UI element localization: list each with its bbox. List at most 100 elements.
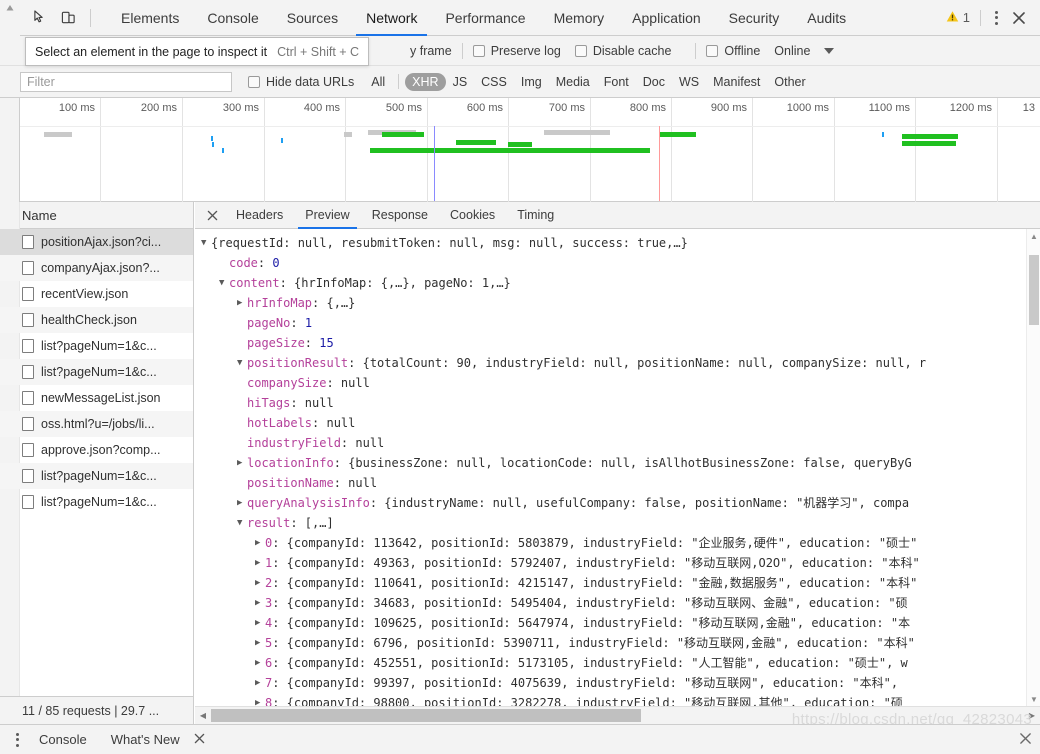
request-row[interactable]: list?pageNum=1&c... — [0, 489, 193, 515]
json-tree-line[interactable]: ▶ 8: {companyId: 98800, positionId: 32822… — [195, 693, 1040, 706]
chevron-right-icon[interactable]: ▶ — [255, 553, 265, 573]
type-filter-all[interactable]: All — [364, 73, 392, 91]
scroll-down-icon[interactable]: ▼ — [1027, 692, 1040, 706]
type-filter-font[interactable]: Font — [597, 73, 636, 91]
scrollbar-thumb[interactable] — [211, 708, 641, 722]
type-filter-other[interactable]: Other — [767, 73, 812, 91]
json-tree-line[interactable]: companySize: null — [195, 373, 1040, 393]
tab-cookies[interactable]: Cookies — [439, 202, 506, 229]
preserve-log-checkbox[interactable]: Preserve log — [472, 44, 561, 58]
type-filter-media[interactable]: Media — [549, 73, 597, 91]
throttling-value[interactable]: Online — [774, 44, 810, 58]
scroll-right-icon[interactable]: ▶ — [1024, 707, 1040, 725]
json-tree-line[interactable]: ▶ 6: {companyId: 452551, positionId: 5173… — [195, 653, 1040, 673]
close-icon[interactable] — [199, 202, 225, 228]
kebab-menu-icon[interactable] — [8, 727, 27, 753]
chevron-right-icon[interactable]: ▶ — [255, 533, 265, 553]
json-tree-line[interactable]: code: 0 — [195, 253, 1040, 273]
drawer-close-icon[interactable] — [1019, 732, 1032, 748]
json-tree-line[interactable]: ▼ result: [,…] — [195, 513, 1040, 533]
type-filter-css[interactable]: CSS — [474, 73, 514, 91]
json-tree-line[interactable]: pageSize: 15 — [195, 333, 1040, 353]
tab-memory[interactable]: Memory — [540, 0, 619, 36]
type-filter-doc[interactable]: Doc — [636, 73, 672, 91]
chevron-right-icon[interactable]: ▶ — [255, 573, 265, 593]
json-tree-line[interactable]: positionName: null — [195, 473, 1040, 493]
tab-preview[interactable]: Preview — [294, 202, 360, 229]
json-preview-tree[interactable]: ▼ {requestId: null, resubmitToken: null, … — [195, 229, 1040, 706]
request-row[interactable]: companyAjax.json?... — [0, 255, 193, 281]
request-row[interactable]: positionAjax.json?ci... — [0, 229, 193, 255]
chevron-down-icon[interactable]: ▼ — [201, 233, 211, 253]
json-tree-line[interactable]: ▼ positionResult: {totalCount: 90, indust… — [195, 353, 1040, 373]
scroll-up-icon[interactable]: ▲ — [1027, 229, 1040, 243]
tab-elements[interactable]: Elements — [107, 0, 193, 36]
json-tree-line[interactable]: ▶ 7: {companyId: 99397, positionId: 40756… — [195, 673, 1040, 693]
tab-sources[interactable]: Sources — [273, 0, 352, 36]
search-input[interactable] — [20, 71, 232, 92]
json-tree-line[interactable]: hiTags: null — [195, 393, 1040, 413]
tab-headers[interactable]: Headers — [225, 202, 294, 229]
json-tree-line[interactable]: ▶ queryAnalysisInfo: {industryName: null,… — [195, 493, 1040, 513]
chevron-down-icon[interactable]: ▼ — [237, 513, 247, 533]
json-tree-line[interactable]: ▼ content: {hrInfoMap: {,…}, pageNo: 1,…} — [195, 273, 1040, 293]
inspect-element-icon[interactable] — [26, 4, 54, 32]
kebab-menu-icon[interactable] — [989, 5, 1004, 31]
json-tree-line[interactable]: ▶ 0: {companyId: 113642, positionId: 5803… — [195, 533, 1040, 553]
device-toolbar-icon[interactable] — [54, 4, 82, 32]
json-tree-line[interactable]: ▶ 3: {companyId: 34683, positionId: 54954… — [195, 593, 1040, 613]
request-row[interactable]: list?pageNum=1&c... — [0, 333, 193, 359]
scroll-left-icon[interactable]: ◀ — [195, 707, 211, 725]
type-filter-manifest[interactable]: Manifest — [706, 73, 767, 91]
request-row[interactable]: oss.html?u=/jobs/li... — [0, 411, 193, 437]
json-tree-line[interactable]: industryField: null — [195, 433, 1040, 453]
tab-security[interactable]: Security — [715, 0, 794, 36]
offline-checkbox[interactable]: Offline — [706, 44, 760, 58]
chevron-right-icon[interactable]: ▶ — [237, 293, 247, 313]
preview-vertical-scrollbar[interactable]: ▲ ▼ — [1026, 229, 1040, 706]
type-filter-xhr[interactable]: XHR — [405, 72, 446, 91]
json-tree-line[interactable]: ▶ 1: {companyId: 49363, positionId: 57924… — [195, 553, 1040, 573]
json-tree-line[interactable]: ▶ 5: {companyId: 6796, positionId: 539071… — [195, 633, 1040, 653]
chevron-right-icon[interactable]: ▶ — [237, 453, 247, 473]
tab-audits[interactable]: Audits — [793, 0, 860, 36]
hscroll-track[interactable] — [211, 707, 1024, 725]
drawer-tab-close-icon[interactable] — [194, 732, 205, 747]
chevron-right-icon[interactable]: ▶ — [255, 633, 265, 653]
tab-response[interactable]: Response — [361, 202, 439, 229]
json-tree-line[interactable]: ▶ locationInfo: {businessZone: null, loca… — [195, 453, 1040, 473]
close-icon[interactable] — [1004, 3, 1034, 33]
json-tree-line[interactable]: pageNo: 1 — [195, 313, 1040, 333]
type-filter-ws[interactable]: WS — [672, 73, 706, 91]
chevron-down-icon[interactable] — [824, 47, 835, 54]
preview-horizontal-scrollbar[interactable]: ◀ ▶ — [195, 706, 1040, 724]
json-tree-line[interactable]: ▶ hrInfoMap: {,…} — [195, 293, 1040, 313]
request-row[interactable]: approve.json?comp... — [0, 437, 193, 463]
type-filter-js[interactable]: JS — [446, 73, 475, 91]
tab-timing[interactable]: Timing — [506, 202, 565, 229]
hide-data-urls-checkbox[interactable]: Hide data URLs — [248, 75, 354, 89]
request-row[interactable]: list?pageNum=1&c... — [0, 463, 193, 489]
chevron-right-icon[interactable]: ▶ — [255, 693, 265, 706]
request-row[interactable]: healthCheck.json — [0, 307, 193, 333]
chevron-right-icon[interactable]: ▶ — [255, 593, 265, 613]
json-tree-line[interactable]: ▼ {requestId: null, resubmitToken: null, … — [195, 233, 1040, 253]
chevron-down-icon[interactable]: ▼ — [219, 273, 229, 293]
chevron-right-icon[interactable]: ▶ — [255, 673, 265, 693]
chevron-right-icon[interactable]: ▶ — [255, 613, 265, 633]
request-list-header[interactable]: Name — [0, 202, 193, 229]
json-tree-line[interactable]: ▶ 4: {companyId: 109625, positionId: 5647… — [195, 613, 1040, 633]
json-tree-line[interactable]: ▶ 2: {companyId: 110641, positionId: 4215… — [195, 573, 1040, 593]
request-row[interactable]: recentView.json — [0, 281, 193, 307]
tab-console[interactable]: Console — [193, 0, 272, 36]
disable-cache-checkbox[interactable]: Disable cache — [574, 44, 671, 58]
drawer-tab-console[interactable]: Console — [27, 725, 99, 754]
type-filter-img[interactable]: Img — [514, 73, 549, 91]
network-overview[interactable]: 100 ms 200 ms 300 ms 400 ms 500 ms 600 ms 700 … — [0, 98, 1040, 298]
request-row[interactable]: list?pageNum=1&c... — [0, 359, 193, 385]
tab-application[interactable]: Application — [618, 0, 715, 36]
chevron-down-icon[interactable]: ▼ — [237, 353, 247, 373]
chevron-right-icon[interactable]: ▶ — [255, 653, 265, 673]
json-tree-line[interactable]: hotLabels: null — [195, 413, 1040, 433]
drawer-tab-whats-new[interactable]: What's New — [99, 725, 192, 754]
